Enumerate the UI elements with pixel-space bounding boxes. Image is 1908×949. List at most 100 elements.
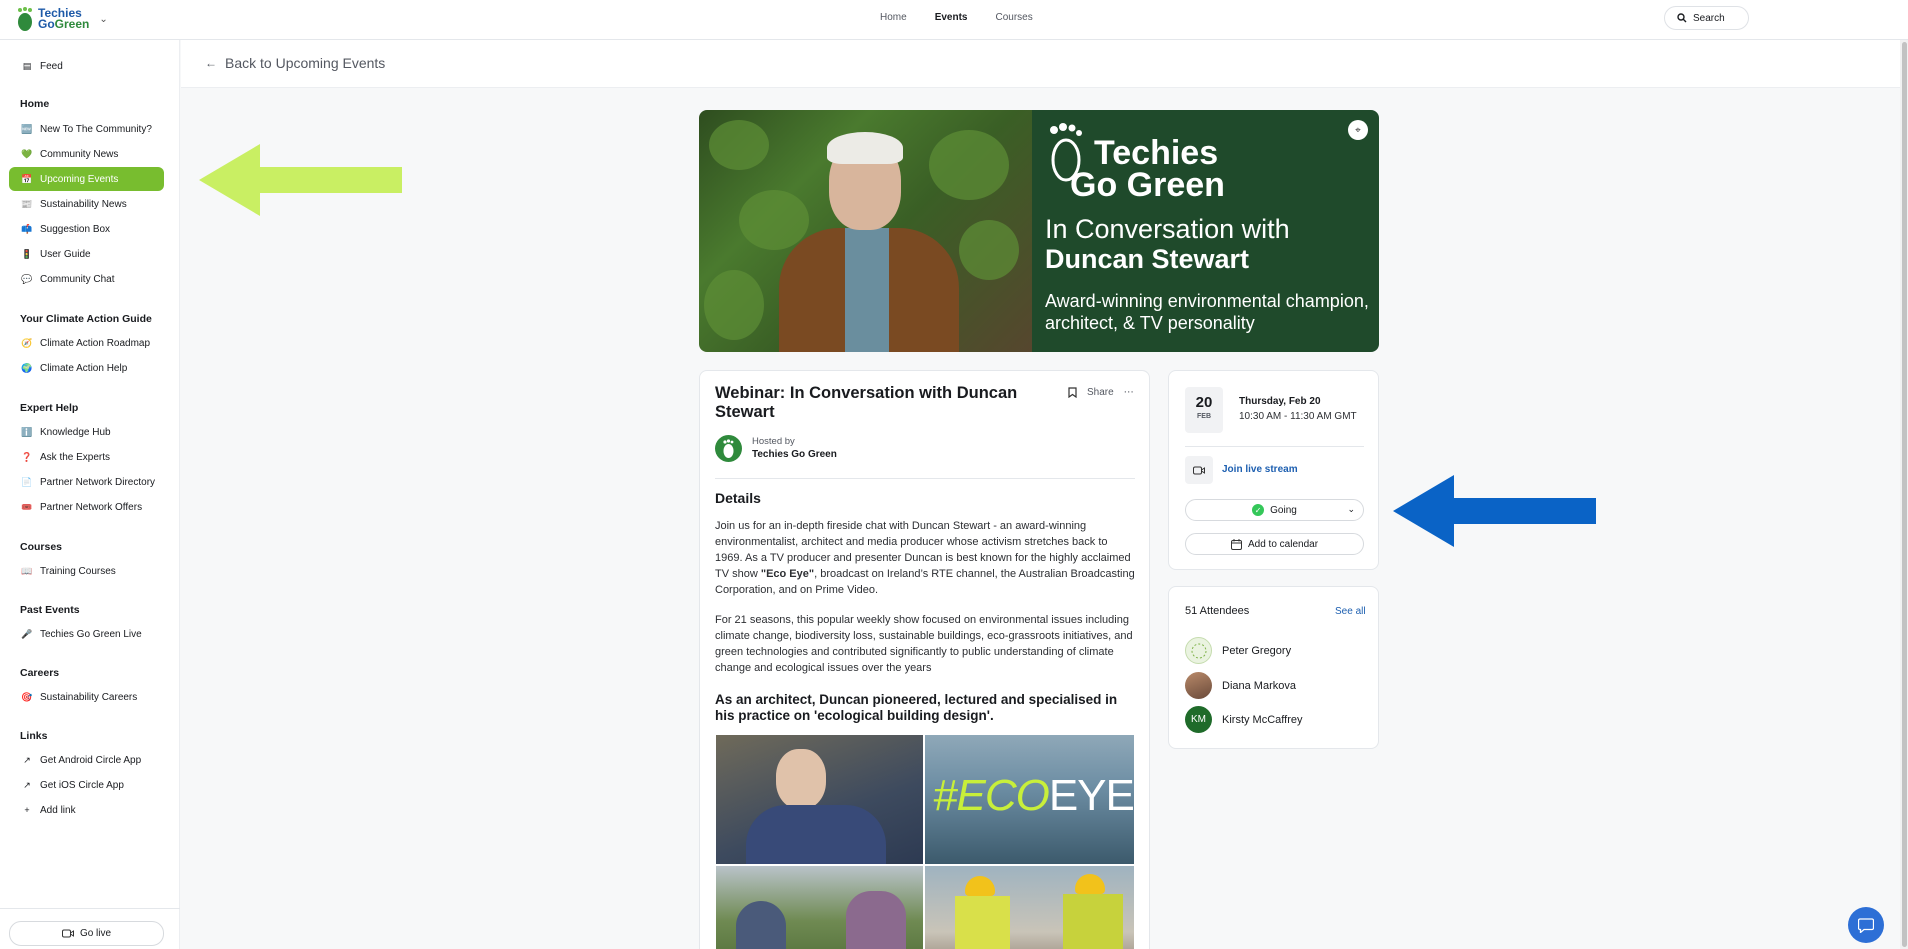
search-label: Search [1693,12,1725,24]
sidebar: ▤ Feed Home 🆕 New To The Community? 💚 Commu… [0,40,180,949]
pin-icon[interactable]: ⌖ [1348,120,1368,140]
sidebar-heading-links: Links [20,730,48,742]
event-actions: Share ⋯ [1068,387,1134,398]
plus-icon: + [24,805,30,815]
nav-courses[interactable]: Courses [995,12,1032,23]
collage-photo-2: #ECOEYE [925,735,1134,864]
sidebar-item-sustainability-news[interactable]: 📰 Sustainability News [9,192,164,216]
sidebar-heading-climate-guide: Your Climate Action Guide [20,313,152,325]
video-camera-icon [61,929,74,938]
speech-bubble-icon: 💬 [21,273,33,284]
details-subheading: As an architect, Duncan pioneered, lectu… [715,692,1118,723]
details-paragraph-2: For 21 seasons, this popular weekly show… [715,614,1133,674]
attendees-count: 51 Attendees [1185,605,1250,617]
sidebar-item-tgg-live[interactable]: 🎤 Techies Go Green Live [9,622,164,646]
see-all-attendees-link[interactable]: See all [1335,606,1366,617]
banner-photo [699,110,1032,352]
chevron-down-icon[interactable]: ⌄ [99,14,107,25]
share-button[interactable]: Share [1087,387,1114,398]
avatar: KM [1185,706,1212,733]
sidebar-item-knowledge-hub[interactable]: ℹ️ Knowledge Hub [9,420,164,444]
sidebar-item-community-chat[interactable]: 💬 Community Chat [9,267,164,291]
sidebar-item-partner-offers[interactable]: 🎟️ Partner Network Offers [9,495,164,519]
event-details-card: Webinar: In Conversation with Duncan Ste… [699,370,1150,949]
green-heart-icon: 💚 [21,148,33,159]
newspaper-icon: 📰 [21,198,33,209]
collage-photo-1 [716,735,923,864]
event-date: Thursday, Feb 20 [1239,396,1321,407]
external-link-icon: ↗ [23,754,31,765]
attendee-row[interactable]: Peter Gregory [1185,637,1291,664]
hosted-by-label: Hosted by [752,436,795,447]
info-icon: ℹ️ [21,426,33,437]
banner-line3: Award-winning environmental champion, ar… [1045,291,1369,333]
green-annotation-arrow [199,144,402,216]
compass-icon: 🧭 [21,337,33,348]
search-icon [1677,13,1687,23]
sidebar-item-feed[interactable]: ▤ Feed [9,54,164,78]
sidebar-item-android-app[interactable]: ↗ Get Android Circle App [9,748,164,772]
sidebar-item-upcoming-events[interactable]: 📅 Upcoming Events [9,167,164,191]
back-bar: ← Back to Upcoming Events [181,40,1901,88]
banner-text-panel: Techies Go Green In Conversation with Du… [1032,110,1379,352]
community-logo[interactable]: Techies GoGreen ⌄ [16,6,108,32]
calendar-icon: 📅 [21,173,33,184]
add-to-calendar-button[interactable]: Add to calendar [1185,533,1364,555]
sidebar-heading-careers: Careers [20,667,60,679]
chat-launcher-button[interactable] [1848,907,1884,943]
new-badge-icon: 🆕 [21,123,33,134]
banner-logo-line2: Go Green [1070,166,1225,204]
scrollbar-thumb[interactable] [1902,42,1907,947]
mailbox-icon: 📫 [21,223,33,234]
avatar [1185,637,1212,664]
date-badge: 20 FEB [1185,387,1223,433]
arrow-left-icon: ← [205,56,217,70]
document-icon: 📄 [21,476,33,487]
sidebar-item-new-to-community[interactable]: 🆕 New To The Community? [9,117,164,141]
collage-photo-3 [716,866,923,949]
sidebar-item-climate-help[interactable]: 🌍 Climate Action Help [9,356,164,380]
nav-home[interactable]: Home [880,12,907,23]
globe-icon: 🌍 [21,362,33,373]
sidebar-item-sustainability-careers[interactable]: 🎯 Sustainability Careers [9,685,164,709]
sidebar-item-training-courses[interactable]: 📖 Training Courses [9,559,164,583]
feed-icon: ▤ [22,60,32,71]
chat-bubble-icon [1858,917,1874,933]
target-icon: 🎯 [21,691,33,702]
back-to-events-link[interactable]: ← Back to Upcoming Events [205,55,385,71]
attendee-row[interactable]: KM Kirsty McCaffrey [1185,706,1302,733]
event-banner-image: Techies Go Green In Conversation with Du… [699,110,1379,352]
more-options-icon[interactable]: ⋯ [1124,387,1134,398]
sidebar-item-add-link[interactable]: + Add link [9,798,164,822]
host-avatar[interactable] [715,435,742,462]
sidebar-item-community-news[interactable]: 💚 Community News [9,142,164,166]
sidebar-heading-home: Home [20,98,50,110]
banner-line2: Duncan Stewart [1045,244,1250,274]
logo-foot-icon [18,7,32,31]
nav-events[interactable]: Events [935,12,968,23]
eco-eye-logo: #ECOEYE [933,771,1134,820]
join-live-stream-link[interactable]: Join live stream [1222,464,1298,475]
logo-text: Techies GoGreen [38,6,90,31]
sidebar-item-suggestion-box[interactable]: 📫 Suggestion Box [9,217,164,241]
sidebar-item-ios-app[interactable]: ↗ Get iOS Circle App [9,773,164,797]
search-button[interactable]: Search [1664,6,1749,30]
sidebar-item-user-guide[interactable]: 🚦 User Guide [9,242,164,266]
attendee-row[interactable]: Diana Markova [1185,672,1296,699]
ticket-icon: 🎟️ [21,501,33,512]
video-camera-icon [1185,456,1213,484]
divider [1185,446,1364,447]
host-name[interactable]: Techies Go Green [752,449,837,460]
bookmark-icon[interactable] [1068,387,1077,398]
banner-line1: In Conversation with [1045,214,1290,244]
sidebar-item-partner-directory[interactable]: 📄 Partner Network Directory [9,470,164,494]
rsvp-going-dropdown[interactable]: ✓ Going ⌄ [1185,499,1364,521]
sidebar-item-climate-roadmap[interactable]: 🧭 Climate Action Roadmap [9,331,164,355]
event-schedule-card: 20 FEB Thursday, Feb 20 10:30 AM - 11:30… [1168,370,1379,570]
external-link-icon: ↗ [23,779,31,790]
microphone-icon: 🎤 [21,628,33,639]
check-circle-icon: ✓ [1252,504,1265,516]
sidebar-item-ask-experts[interactable]: ❓ Ask the Experts [9,445,164,469]
book-icon: 📖 [21,565,33,576]
go-live-button[interactable]: Go live [9,921,164,946]
